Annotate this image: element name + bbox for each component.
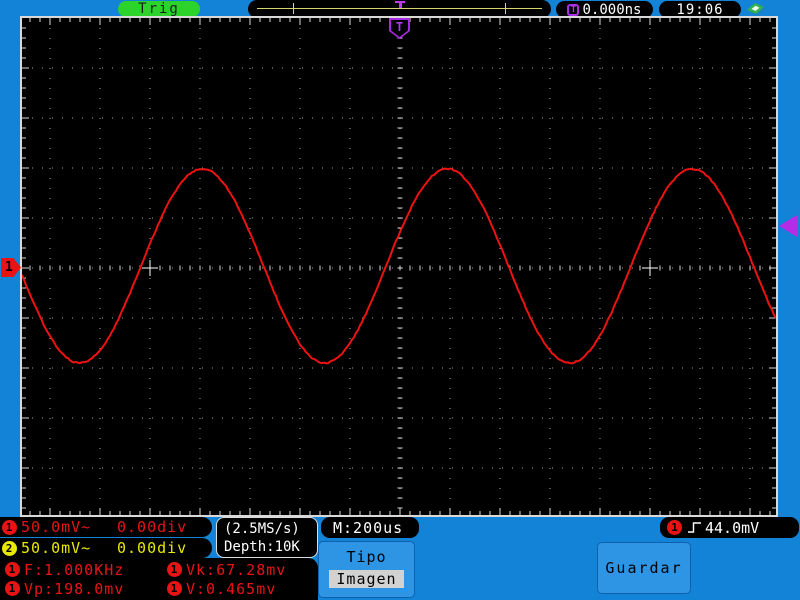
window-right-bracket (505, 3, 506, 14)
save-type-menu[interactable]: Tipo Imagen (318, 541, 415, 598)
channel2-offset: 0.00div (117, 539, 188, 557)
channel2-scale: 50.0mV~ (21, 539, 92, 557)
measurements-panel: 1 F:1.000KHz 1 Vk:67.28mv 1 Vp:198.0mv 1… (0, 558, 318, 600)
channel1-scale: 50.0mV~ (21, 518, 92, 536)
channel2-badge: 2 (2, 540, 17, 556)
trigger-level-pill: 1 44.0mV (660, 517, 799, 538)
timebase-pill: M:200us (321, 517, 419, 538)
scope-graticule-and-trace (22, 18, 776, 515)
measurement-v: 1 V:0.465mv (165, 579, 318, 598)
save-button[interactable]: Guardar (597, 542, 691, 594)
channel1-status-pill: 1 50.0mV~ 0.00div (0, 517, 212, 537)
acquisition-info-box: (2.5MS/s) Depth:10K (216, 517, 318, 558)
trig-status-pill: Trig (118, 1, 200, 17)
channel1-offset: 0.00div (117, 518, 188, 536)
measurement-vp: 1 Vp:198.0mv (3, 579, 165, 598)
trigger-t-icon: T (567, 3, 580, 16)
measurement-source-badge: 1 (5, 581, 20, 596)
waveform-display (20, 16, 778, 517)
sample-rate: (2.5MS/s) (224, 521, 300, 537)
record-window-line (257, 8, 542, 9)
measurement-source-badge: 1 (167, 581, 182, 596)
channel1-badge: 1 (2, 519, 17, 535)
menu-option-imagen[interactable]: Imagen (329, 570, 404, 588)
menu-group-label: Tipo (346, 548, 387, 566)
memory-depth: Depth:10K (224, 539, 300, 555)
channel2-status-pill: 2 50.0mV~ 0.00div (0, 538, 212, 558)
trigger-source-badge: 1 (667, 520, 682, 535)
measurement-source-badge: 1 (167, 562, 182, 577)
trigger-level-marker[interactable] (779, 215, 797, 237)
measurement-source-badge: 1 (5, 562, 20, 577)
trigger-level-value: 44.0mV (705, 518, 760, 537)
channel1-level-marker[interactable]: 1 (1, 258, 21, 277)
rising-edge-icon (688, 522, 701, 533)
measurement-vk: 1 Vk:67.28mv (165, 560, 318, 579)
measurement-frequency: 1 F:1.000KHz (3, 560, 165, 579)
window-left-bracket (293, 3, 294, 14)
